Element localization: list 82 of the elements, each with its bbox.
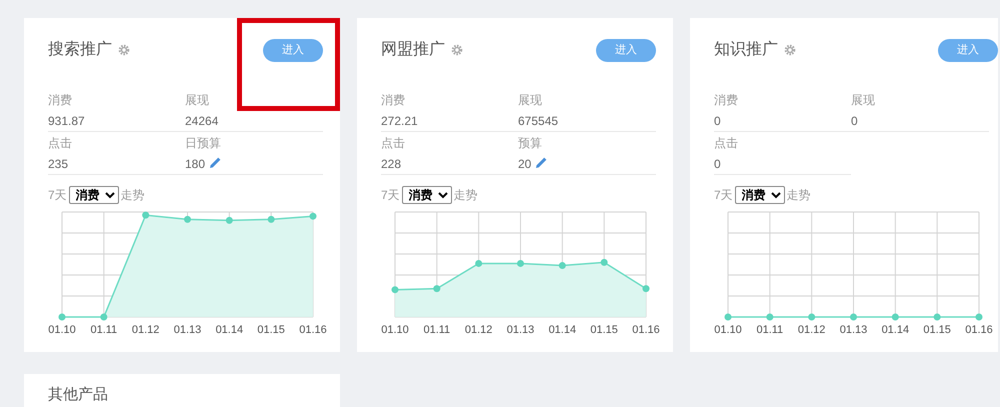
data-point: [184, 216, 191, 223]
data-point: [976, 314, 982, 320]
x-axis-label: 01.13: [174, 324, 202, 336]
stat-value: 24264: [185, 114, 218, 128]
stat-value: 180: [185, 157, 206, 171]
data-point: [226, 216, 233, 224]
settings-icon[interactable]: [784, 44, 796, 56]
settings-icon[interactable]: [118, 44, 130, 56]
stat-label: 预算: [518, 135, 543, 152]
data-point: [724, 314, 732, 320]
data-point: [934, 314, 941, 320]
data-point: [100, 314, 108, 320]
stat-value: 0: [851, 114, 858, 128]
data-point: [517, 260, 524, 267]
metric-select[interactable]: 消费: [402, 186, 452, 204]
trend-label: 走势: [786, 187, 811, 204]
stat-value: 0: [714, 114, 721, 128]
stat-value: 931.87: [48, 114, 85, 128]
x-axis-label: 01.14: [548, 324, 576, 336]
stat-value: 272.21: [381, 114, 418, 128]
data-point: [766, 314, 774, 320]
card-title: 知识推广: [714, 40, 778, 60]
x-axis-label: 01.10: [48, 324, 76, 336]
data-point: [268, 216, 275, 223]
data-point: [433, 285, 440, 292]
stat-label: 展现: [851, 92, 876, 109]
data-point: [600, 258, 608, 266]
stat-label: 点击: [48, 135, 73, 152]
stat-label: 消费: [714, 92, 739, 109]
x-axis-label: 01.11: [423, 324, 450, 336]
metric-select[interactable]: 消费: [68, 186, 119, 204]
stat-value: 20: [518, 157, 532, 171]
card-title: 搜索推广: [48, 40, 112, 60]
stat-value: 228: [381, 157, 402, 171]
data-point: [58, 314, 66, 320]
x-axis-label: 01.15: [590, 324, 618, 336]
stat-label: 点击: [714, 135, 739, 152]
stat-label: 展现: [518, 92, 543, 109]
x-axis-label: 01.14: [882, 324, 910, 336]
x-axis-label: 01.12: [798, 324, 826, 336]
x-axis-label: 01.12: [132, 324, 160, 336]
x-axis-label: 01.16: [299, 324, 327, 336]
stat-label: 消费: [48, 92, 73, 109]
stat-label: 展现: [185, 92, 210, 109]
pencil-icon[interactable]: [535, 156, 548, 169]
data-point: [558, 262, 566, 270]
data-point: [808, 314, 816, 320]
settings-icon[interactable]: [451, 44, 463, 56]
data-point: [475, 260, 482, 267]
card-title: 其他产品: [48, 386, 108, 403]
stat-label: 点击: [381, 135, 406, 152]
card-title: 网盟推广: [381, 40, 445, 60]
x-axis-label: 01.13: [506, 324, 534, 336]
data-point: [892, 314, 899, 320]
x-axis-label: 01.10: [381, 324, 409, 336]
x-axis-label: 01.12: [464, 324, 492, 336]
trend-label: 7天: [381, 187, 400, 204]
data-point: [142, 212, 150, 219]
trend-label: 走势: [120, 187, 145, 204]
stat-value: 235: [48, 157, 68, 171]
x-axis-label: 01.15: [257, 324, 285, 336]
pencil-icon[interactable]: [209, 156, 222, 169]
trend-label: 7天: [714, 187, 733, 204]
x-axis-label: 01.15: [923, 324, 951, 336]
x-axis-label: 01.14: [216, 324, 244, 336]
data-point: [392, 286, 398, 294]
x-axis-label: 01.11: [756, 324, 784, 336]
stat-label: 日预算: [185, 135, 222, 152]
x-axis-label: 01.11: [90, 324, 118, 336]
trend-label: 7天: [48, 187, 67, 204]
x-axis-label: 01.16: [965, 324, 993, 336]
trend-label: 走势: [454, 187, 478, 204]
stat-label: 消费: [381, 92, 406, 109]
data-point: [310, 212, 316, 220]
stat-value: 0: [714, 157, 721, 171]
data-point: [642, 285, 650, 292]
stat-value: 675545: [518, 114, 558, 128]
x-axis-label: 01.13: [840, 324, 868, 336]
data-point: [850, 314, 857, 320]
x-axis-label: 01.10: [714, 324, 742, 336]
x-axis-label: 01.16: [632, 324, 660, 336]
metric-select[interactable]: 消费: [734, 186, 785, 204]
